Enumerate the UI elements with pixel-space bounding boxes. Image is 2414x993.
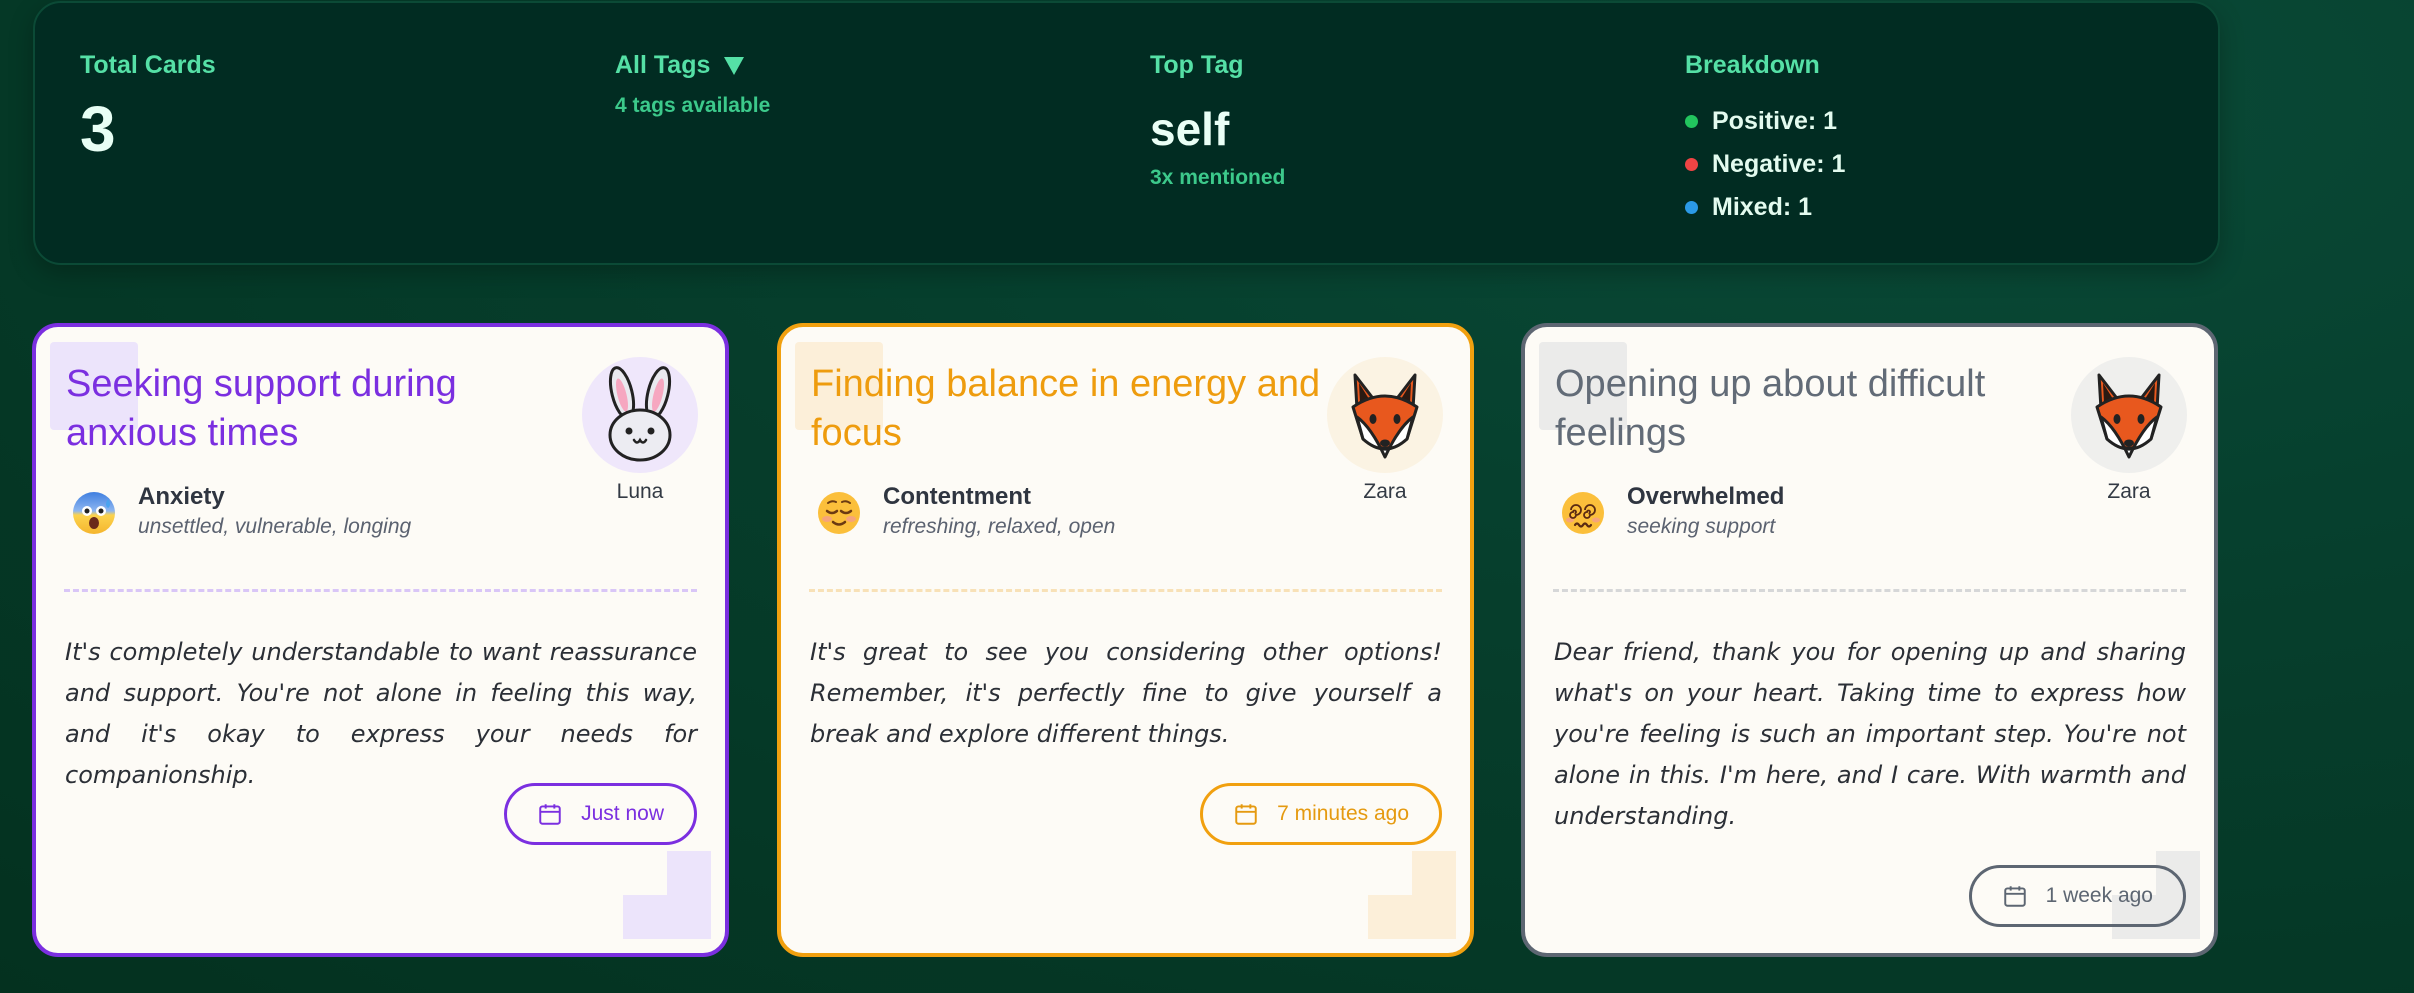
- legend-label: Negative: 1: [1712, 150, 1846, 178]
- calendar-icon: [1235, 804, 1257, 825]
- dashed-divider: [64, 589, 697, 592]
- support-message: Dear friend, thank you for opening up an…: [1554, 638, 2186, 830]
- legend-item-negative: Negative: 1: [1685, 143, 1845, 186]
- stats-panel: Total Cards 3 All Tags 4 tags available …: [33, 1, 2220, 265]
- top-tag-stat: Top Tag self 3x mentioned: [1150, 51, 1285, 190]
- relieved-face-icon: [815, 489, 863, 537]
- legend-label: Positive: 1: [1712, 107, 1838, 135]
- companion-avatar: Zara: [2070, 357, 2188, 504]
- support-message: It's completely understandable to want r…: [65, 638, 697, 789]
- top-tag-label: Top Tag: [1150, 51, 1244, 79]
- mood-name: Anxiety: [138, 483, 225, 510]
- calendar-icon: [539, 804, 561, 825]
- caret-down-icon: [724, 56, 745, 75]
- mood-row: Contentment refreshing, relaxed, open: [815, 483, 1115, 539]
- timestamp-label: 7 minutes ago: [1277, 802, 1409, 825]
- mood-descriptors: unsettled, vulnerable, longing: [138, 515, 412, 538]
- breakdown-stat: Breakdown Positive: 1 Negative: 1 Mixed:…: [1685, 51, 1845, 229]
- top-tag-count: 3x mentioned: [1150, 166, 1286, 189]
- timestamp-label: Just now: [581, 802, 664, 825]
- card-title: Opening up about difficult feelings: [1555, 363, 1986, 454]
- timestamp-button[interactable]: 7 minutes ago: [1200, 783, 1442, 845]
- calendar-icon: [2003, 886, 2026, 907]
- card-decoration: [623, 851, 711, 939]
- card-decoration: [1368, 851, 1456, 939]
- legend-label: Mixed: 1: [1712, 193, 1813, 221]
- companion-name: Zara: [1363, 480, 1407, 503]
- mixed-dot-icon: [1685, 201, 1698, 214]
- card-title: Seeking support during anxious times: [66, 363, 457, 454]
- timestamp-button[interactable]: 1 week ago: [1968, 865, 2186, 927]
- support-card[interactable]: Opening up about difficult feelings Zara: [1521, 323, 2218, 957]
- mood-row: Anxiety unsettled, vulnerable, longing: [70, 483, 411, 539]
- anxious-face-icon: [70, 489, 118, 537]
- all-tags-dropdown[interactable]: All Tags: [615, 51, 770, 80]
- mood-name: Overwhelmed: [1627, 483, 1785, 510]
- timestamp-button[interactable]: Just now: [504, 783, 697, 845]
- total-cards-value: 3: [80, 93, 116, 165]
- support-card[interactable]: Seeking support during anxious times Lun…: [32, 323, 729, 957]
- companion-avatar: Zara: [1326, 357, 1444, 504]
- mood-descriptors: refreshing, relaxed, open: [883, 515, 1116, 538]
- support-card[interactable]: Finding balance in energy and focus Zara: [777, 323, 1474, 957]
- dashed-divider: [809, 589, 1442, 592]
- support-message: It's great to see you considering other …: [810, 638, 1442, 748]
- companion-name: Zara: [2107, 480, 2151, 503]
- mood-row: Overwhelmed seeking support: [1559, 483, 1784, 539]
- tags-filter: All Tags 4 tags available: [615, 51, 770, 118]
- legend-item-positive: Positive: 1: [1685, 100, 1845, 143]
- companion-name: Luna: [616, 480, 664, 503]
- fox-icon: [1327, 357, 1443, 473]
- top-tag-value: self: [1150, 103, 1230, 155]
- negative-dot-icon: [1685, 158, 1698, 171]
- positive-dot-icon: [1685, 115, 1698, 128]
- mood-name: Contentment: [883, 483, 1031, 510]
- fox-icon: [2071, 357, 2187, 473]
- dizzy-face-icon: [1559, 489, 1607, 537]
- total-cards-stat: Total Cards 3: [80, 51, 216, 166]
- dashed-divider: [1553, 589, 2186, 592]
- all-tags-label: All Tags: [615, 51, 711, 79]
- rabbit-icon: [582, 357, 698, 473]
- breakdown-label: Breakdown: [1685, 51, 1820, 79]
- tags-available-text: 4 tags available: [615, 94, 771, 117]
- timestamp-label: 1 week ago: [2045, 884, 2153, 907]
- card-title: Finding balance in energy and focus: [811, 363, 1321, 454]
- mood-descriptors: seeking support: [1627, 515, 1776, 538]
- total-cards-label: Total Cards: [80, 51, 216, 79]
- companion-avatar: Luna: [581, 357, 699, 504]
- breakdown-legend: Positive: 1 Negative: 1 Mixed: 1: [1685, 100, 1845, 229]
- legend-item-mixed: Mixed: 1: [1685, 186, 1845, 229]
